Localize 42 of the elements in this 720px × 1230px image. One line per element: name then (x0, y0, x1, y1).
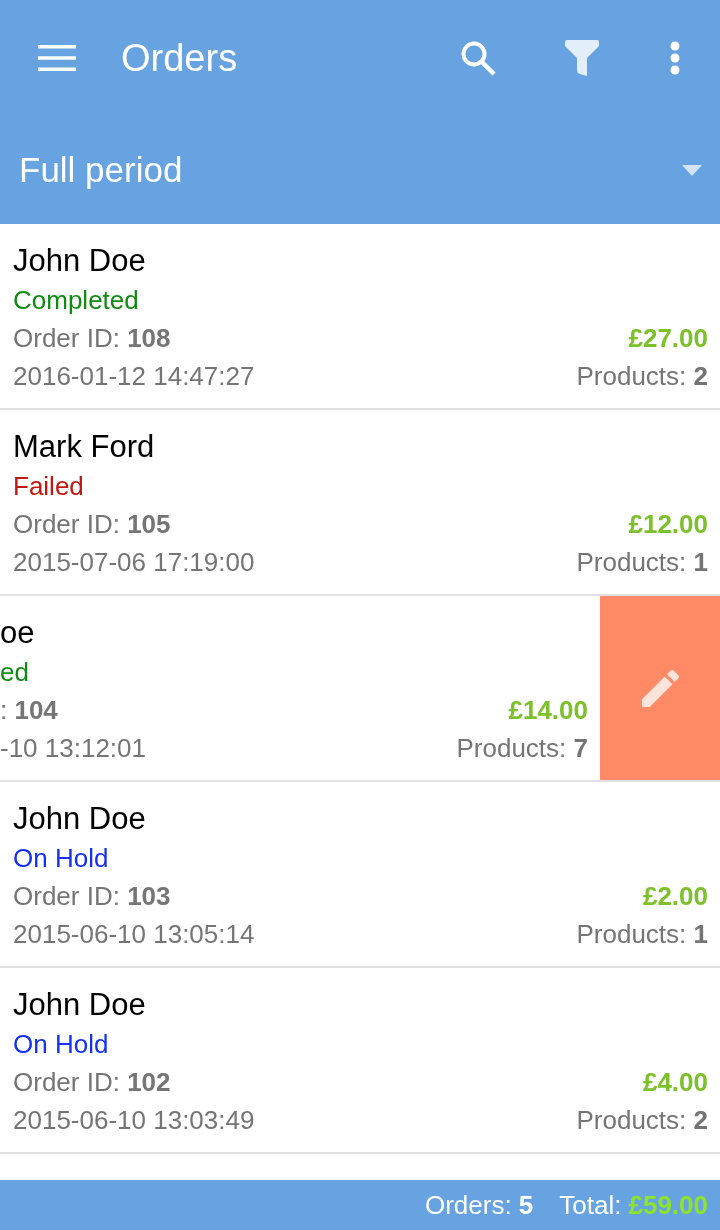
products-count: Products: 1 (576, 918, 708, 951)
order-total: £2.00 (642, 880, 708, 913)
caret-icon (682, 164, 702, 176)
order-date: 2015-06-10 13:03:49 (13, 1104, 255, 1137)
order-date: 2015-06-10 13:05:14 (13, 918, 255, 951)
order-status: Completed (13, 284, 139, 317)
total-label: Total: (559, 1189, 622, 1221)
order-total: £14.00 (508, 694, 588, 727)
total-value: £59.00 (628, 1189, 708, 1221)
orders-count: Orders: 5 (424, 1189, 534, 1221)
order-total: £4.00 (642, 1066, 708, 1099)
order-status: Failed (13, 470, 84, 503)
customer-name: John Doe (13, 800, 146, 838)
order-id: Order ID: 108 (13, 322, 171, 355)
order-total: £27.00 (628, 322, 708, 355)
filter-icon[interactable] (564, 40, 600, 76)
order-status: On Hold (13, 1028, 109, 1061)
order-total: £12.00 (628, 508, 708, 541)
products-count: Products: 2 (576, 1104, 708, 1137)
order-id: Order ID: 103 (13, 880, 171, 913)
order-row[interactable]: oe ed : 104 £14.00 -10 13:12:01 Products: 7 (0, 596, 720, 782)
products-count: Products: 2 (576, 360, 708, 393)
customer-name: John Doe (13, 242, 146, 280)
products-count: Products: 1 (576, 546, 708, 579)
order-status: On Hold (13, 842, 109, 875)
order-date: -10 13:12:01 (0, 732, 146, 765)
customer-name: oe (0, 614, 35, 652)
app-title: Orders (121, 36, 238, 80)
order-id: Order ID: 102 (13, 1066, 171, 1099)
customer-name: Mark Ford (13, 428, 155, 466)
order-date: 2015-07-06 17:19:00 (13, 546, 255, 579)
pencil-icon (641, 669, 679, 707)
edit-button[interactable] (600, 596, 720, 780)
order-id: Order ID: 105 (13, 508, 171, 541)
order-status: ed (0, 656, 29, 689)
order-id: : 104 (0, 694, 58, 727)
order-date: 2016-01-12 14:47:27 (13, 360, 255, 393)
more-icon[interactable] (670, 41, 680, 75)
menu-icon[interactable] (38, 45, 76, 71)
products-count: Products: 7 (456, 732, 588, 765)
search-icon[interactable] (460, 40, 496, 76)
customer-name: John Doe (13, 986, 146, 1024)
